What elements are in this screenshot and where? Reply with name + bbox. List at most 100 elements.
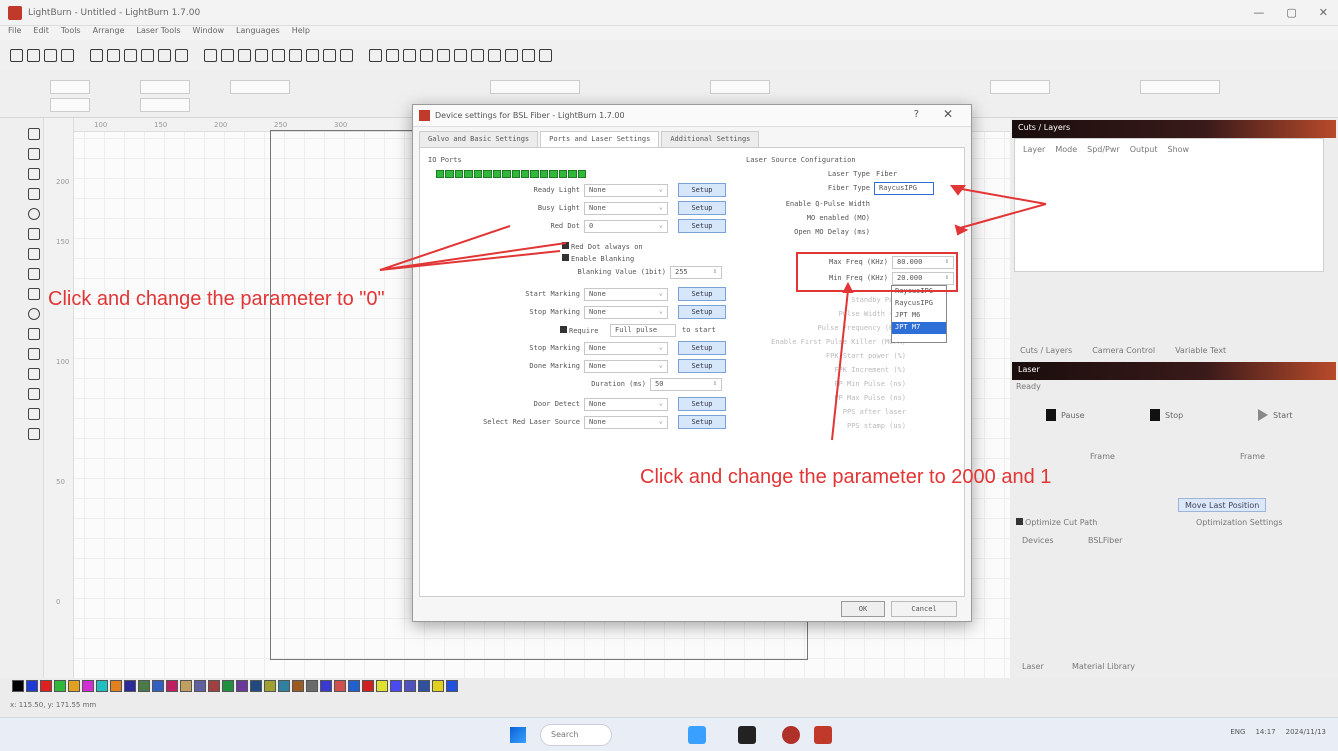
busy-light-select[interactable]: None ⌄	[584, 202, 668, 215]
menu-arrange[interactable]: Arrange	[93, 26, 125, 40]
tab-material-library[interactable]: Material Library	[1072, 662, 1135, 671]
palette-swatch[interactable]	[208, 680, 220, 692]
delete-icon[interactable]	[175, 48, 188, 62]
start-button[interactable]: Start	[1258, 398, 1293, 432]
palette-swatch[interactable]	[292, 680, 304, 692]
fiber-type-dropdown-list[interactable]: RaycusIPG RaycusIPG JPT M6 JPT M7	[891, 285, 947, 343]
palette-swatch[interactable]	[320, 680, 332, 692]
blanking-value-input[interactable]: 255 ⇕	[670, 266, 722, 279]
close-icon[interactable]: ✕	[1319, 6, 1328, 19]
palette-swatch[interactable]	[348, 680, 360, 692]
select-red-laser-select[interactable]: None ⌄	[584, 416, 668, 429]
y-pos-field[interactable]	[50, 98, 90, 112]
width-field[interactable]	[140, 80, 190, 94]
stop-button[interactable]: Stop	[1150, 398, 1183, 432]
grid-icon[interactable]	[522, 48, 535, 62]
palette-swatch[interactable]	[278, 680, 290, 692]
terminal-icon[interactable]	[738, 726, 756, 744]
monitor-icon[interactable]	[306, 48, 319, 62]
ok-button[interactable]: OK	[841, 601, 885, 617]
menu-laser-tools[interactable]: Laser Tools	[137, 26, 181, 40]
ready-light-setup-button[interactable]: Setup	[678, 183, 726, 197]
palette-swatch[interactable]	[40, 680, 52, 692]
fiber-option[interactable]: RaycusIPG	[892, 298, 946, 310]
palette-swatch[interactable]	[124, 680, 136, 692]
palette-swatch[interactable]	[194, 680, 206, 692]
ungroup-icon[interactable]	[403, 48, 416, 62]
palette-swatch[interactable]	[390, 680, 402, 692]
palette-swatch[interactable]	[82, 680, 94, 692]
door-detect-setup-button[interactable]: Setup	[678, 397, 726, 411]
array-icon[interactable]	[28, 348, 40, 360]
maximize-icon[interactable]: ▢	[1286, 6, 1296, 19]
cancel-button[interactable]: Cancel	[891, 601, 957, 617]
zoom-in-icon[interactable]	[221, 48, 234, 62]
zoom-out-icon[interactable]	[238, 48, 251, 62]
stop-marking-2-setup-button[interactable]: Setup	[678, 341, 726, 355]
ellipse-tool-icon[interactable]	[28, 208, 40, 220]
duration-input[interactable]: 50 ⇕	[650, 378, 722, 391]
break-icon[interactable]	[28, 428, 40, 440]
boolean-icon[interactable]	[488, 48, 501, 62]
tabs-icon[interactable]	[28, 308, 40, 320]
copy-icon[interactable]	[158, 48, 171, 62]
line-tool-icon[interactable]	[28, 168, 40, 180]
weld-icon[interactable]	[471, 48, 484, 62]
align-icon[interactable]	[369, 48, 382, 62]
tab-additional[interactable]: Additional Settings	[661, 131, 760, 147]
frame-button-1[interactable]: Frame	[1090, 452, 1115, 461]
palette-swatch[interactable]	[110, 680, 122, 692]
stop-marking-setup-button[interactable]: Setup	[678, 305, 726, 319]
select-red-laser-setup-button[interactable]: Setup	[678, 415, 726, 429]
door-detect-select[interactable]: None ⌄	[584, 398, 668, 411]
height-text-field[interactable]	[710, 80, 770, 94]
menu-window[interactable]: Window	[193, 26, 225, 40]
tab-laser[interactable]: Laser	[1022, 662, 1044, 671]
open-file-icon[interactable]	[27, 48, 40, 62]
polygon-tool-icon[interactable]	[28, 228, 40, 240]
cuts-layers-list[interactable]: Layer Mode Spd/Pwr Output Show	[1014, 138, 1324, 272]
move-last-position-button[interactable]: Move Last Position	[1178, 498, 1267, 512]
palette-swatch[interactable]	[96, 680, 108, 692]
media-icon[interactable]	[782, 726, 800, 744]
x-pos-field[interactable]	[50, 80, 90, 94]
palette-swatch[interactable]	[404, 680, 416, 692]
tab-ports-laser[interactable]: Ports and Laser Settings	[540, 131, 660, 147]
palette-swatch[interactable]	[236, 680, 248, 692]
enable-blanking-check[interactable]: Enable Blanking	[562, 254, 634, 263]
palette-swatch[interactable]	[180, 680, 192, 692]
redo-icon[interactable]	[107, 48, 120, 62]
stop-marking-2-select[interactable]: None ⌄	[584, 342, 668, 355]
busy-light-setup-button[interactable]: Setup	[678, 201, 726, 215]
grid-array-icon[interactable]	[28, 388, 40, 400]
settings-icon[interactable]	[323, 48, 336, 62]
start-marking-select[interactable]: None ⌄	[584, 288, 668, 301]
offset-field[interactable]	[1140, 80, 1220, 94]
start-marking-setup-button[interactable]: Setup	[678, 287, 726, 301]
menu-tools[interactable]: Tools	[61, 26, 81, 40]
weld-tool-icon[interactable]	[28, 408, 40, 420]
circular-array-icon[interactable]	[28, 368, 40, 380]
windows-start-icon[interactable]	[510, 727, 526, 743]
optimize-cut-path-check[interactable]: Optimize Cut Path	[1016, 518, 1097, 527]
tab-galvo-basic[interactable]: Galvo and Basic Settings	[419, 131, 539, 147]
require-check[interactable]: Require	[560, 326, 599, 335]
red-dot-select[interactable]: 0 ⌄	[584, 220, 668, 233]
help-icon[interactable]: ?	[914, 109, 919, 120]
menu-languages[interactable]: Languages	[236, 26, 280, 40]
star-icon[interactable]	[340, 48, 353, 62]
save-icon[interactable]	[44, 48, 57, 62]
distribute-icon[interactable]	[454, 48, 467, 62]
height-field[interactable]	[140, 98, 190, 112]
laser-type-value[interactable]: Fiber	[876, 170, 897, 178]
minimize-icon[interactable]: —	[1253, 6, 1264, 19]
devices-button[interactable]: Devices	[1022, 536, 1054, 545]
palette-swatch[interactable]	[334, 680, 346, 692]
text-tool-icon[interactable]	[28, 248, 40, 260]
pan-icon[interactable]	[204, 48, 217, 62]
undo-icon[interactable]	[90, 48, 103, 62]
dialog-close-icon[interactable]: ✕	[943, 107, 953, 121]
palette-swatch[interactable]	[250, 680, 262, 692]
palette-swatch[interactable]	[12, 680, 24, 692]
palette-swatch[interactable]	[152, 680, 164, 692]
